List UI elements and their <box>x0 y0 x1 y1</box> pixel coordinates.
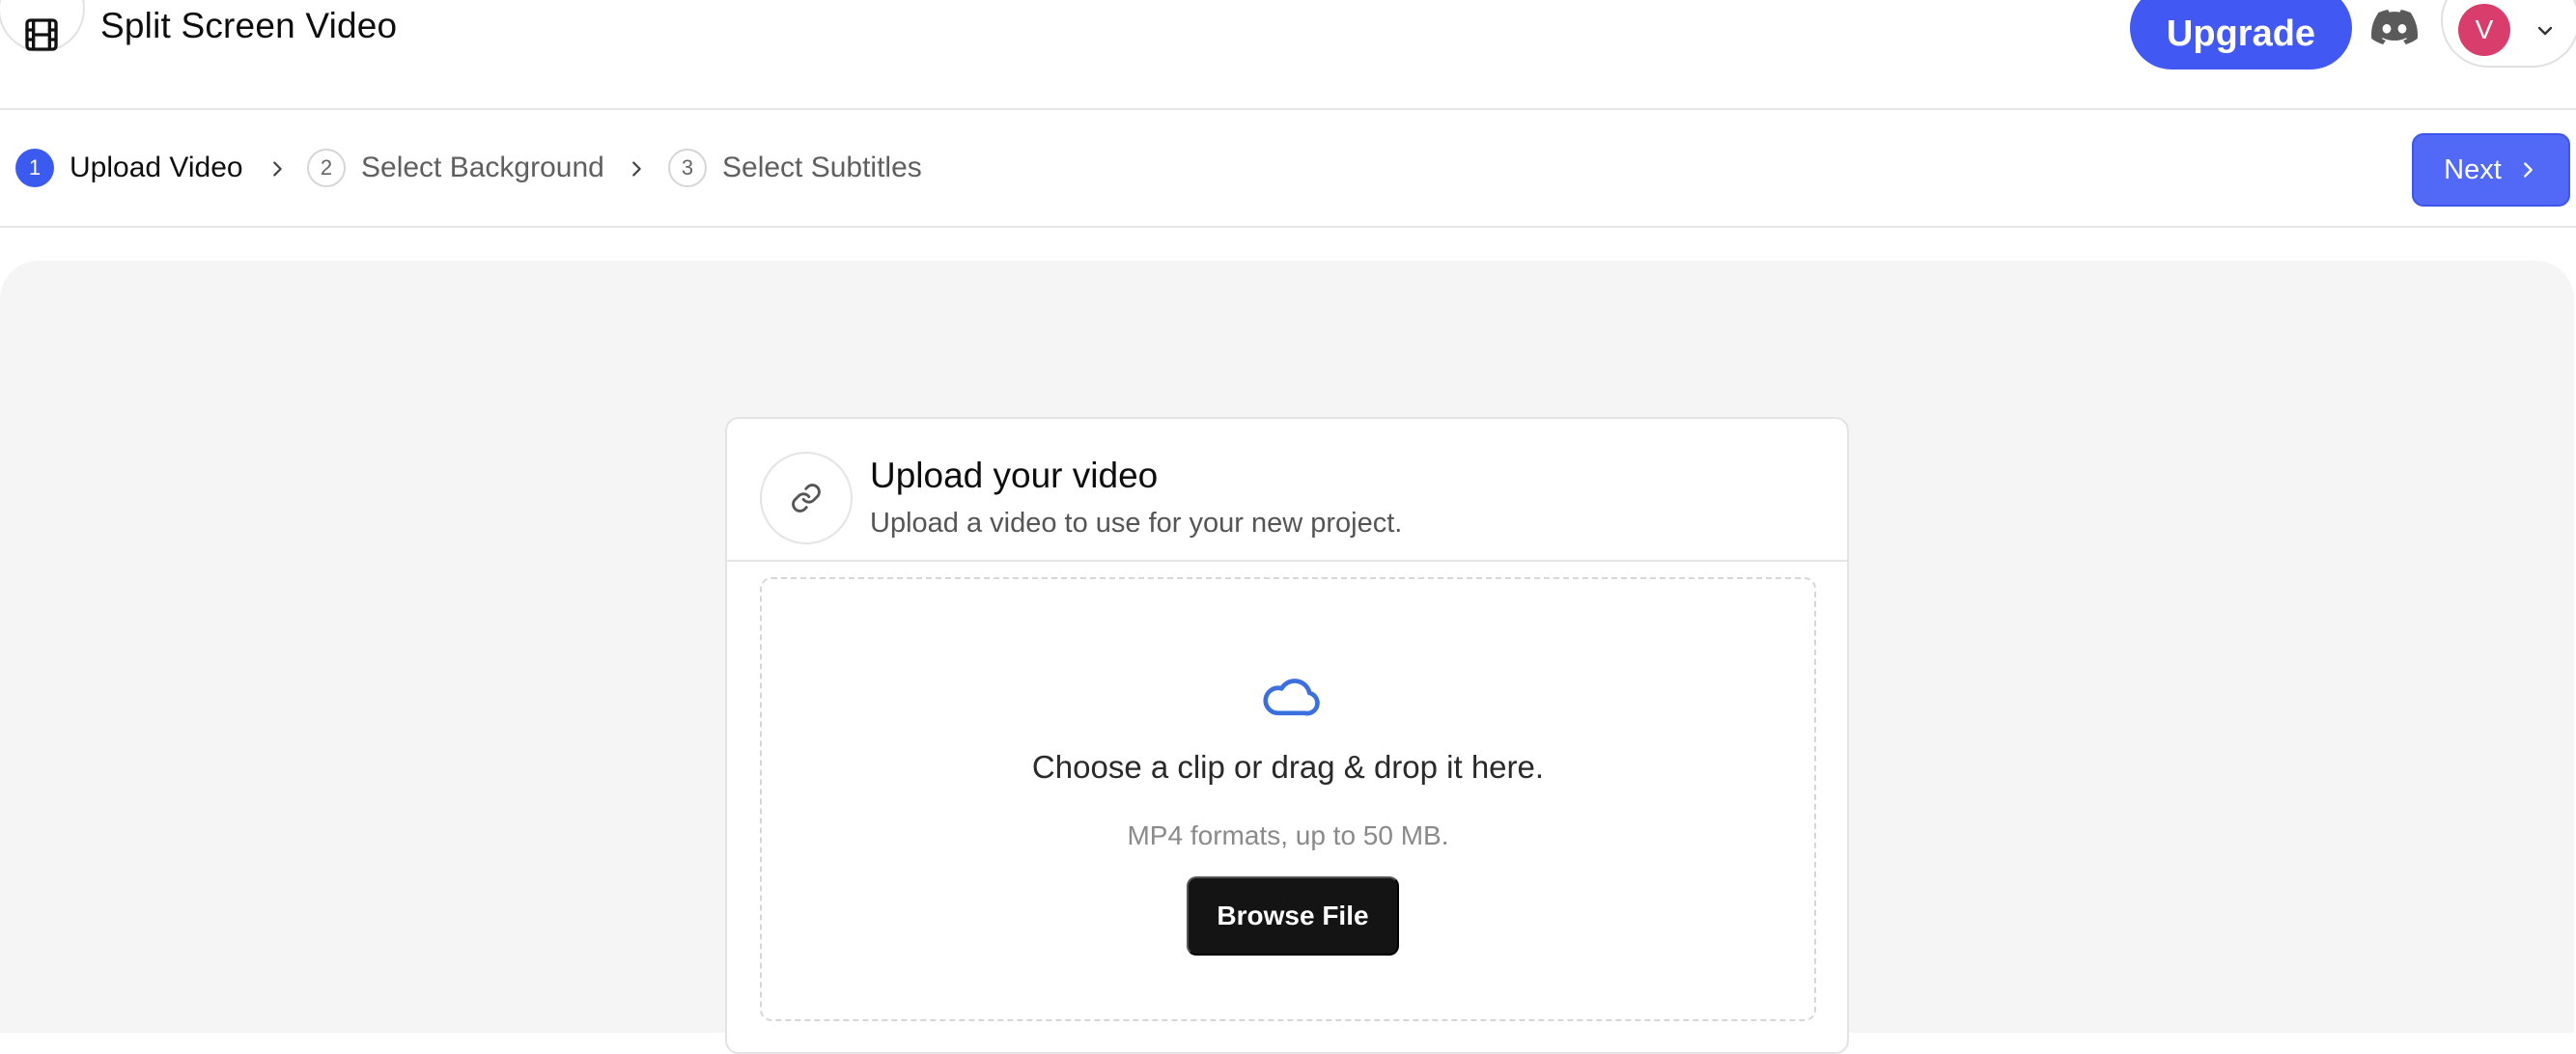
chevron-right-icon <box>273 161 282 177</box>
step-label: Select Background <box>361 152 604 183</box>
chevron-right-icon <box>632 161 641 177</box>
card-subtitle: Upload a video to use for your new proje… <box>870 508 1403 539</box>
avatar[interactable]: V <box>2458 4 2510 56</box>
next-button-label: Next <box>2444 153 2502 185</box>
next-button[interactable]: Next <box>2412 133 2570 207</box>
dropzone-text: Choose a clip or drag & drop it here. <box>1031 749 1545 785</box>
step-select-subtitles[interactable]: 3 Select Subtitles <box>668 147 922 189</box>
upgrade-button[interactable]: Upgrade <box>2130 0 2352 69</box>
dropzone-hint: MP4 formats, up to 50 MB. <box>1127 820 1449 850</box>
app-logo[interactable] <box>0 0 85 52</box>
app-title: Split Screen Video <box>100 6 398 45</box>
step-number: 3 <box>668 149 707 187</box>
step-upload-video[interactable]: 1 Upload Video <box>15 147 243 189</box>
stepper-bar: 1 Upload Video 2 Select Background 3 Sel… <box>0 110 2576 228</box>
step-number: 2 <box>307 149 346 187</box>
discord-icon[interactable] <box>2371 10 2418 44</box>
step-select-background[interactable]: 2 Select Background <box>307 147 604 189</box>
step-label: Upload Video <box>70 152 243 183</box>
top-bar: Split Screen Video Upgrade V <box>0 0 2576 110</box>
card-header: Upload your video Upload a video to use … <box>727 419 1847 562</box>
link-icon <box>792 484 821 513</box>
card-title: Upload your video <box>870 456 1159 495</box>
link-badge <box>760 452 853 544</box>
cloud-icon <box>1263 679 1320 716</box>
upload-card: Upload your video Upload a video to use … <box>725 417 1849 1054</box>
main-area: Upload your video Upload a video to use … <box>0 261 2574 1054</box>
step-number: 1 <box>15 149 54 187</box>
chevron-right-icon <box>2523 162 2533 178</box>
file-dropzone[interactable]: Choose a clip or drag & drop it here. MP… <box>760 577 1816 1021</box>
step-label: Select Subtitles <box>722 152 922 183</box>
chevron-down-icon <box>2537 26 2553 36</box>
film-icon <box>25 18 58 51</box>
account-menu[interactable]: V <box>2441 0 2576 68</box>
browse-file-button[interactable]: Browse File <box>1187 876 1399 956</box>
